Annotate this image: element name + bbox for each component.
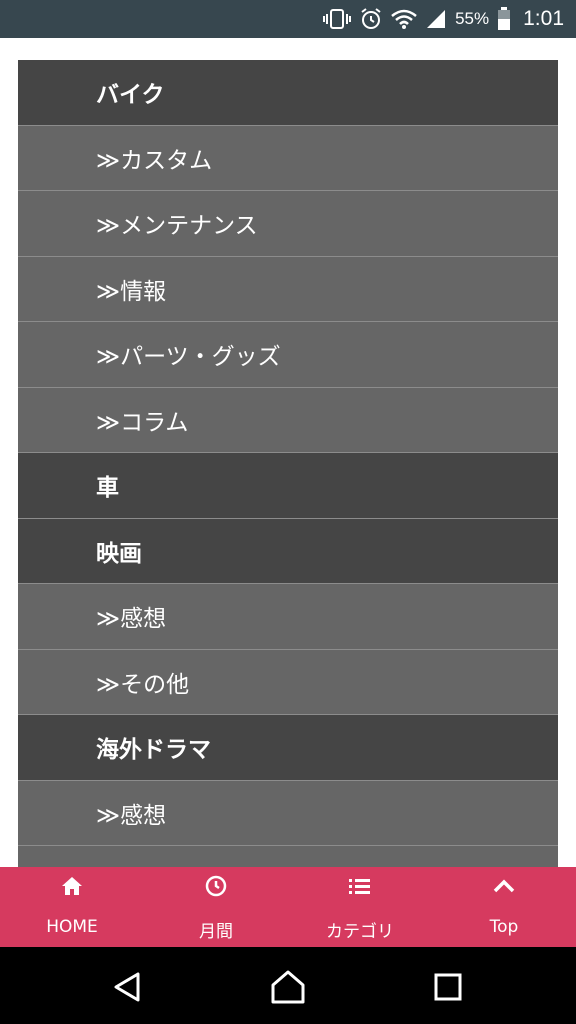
back-icon[interactable] (110, 969, 146, 1005)
wifi-icon (391, 8, 417, 30)
chevron-up-icon (492, 875, 516, 897)
home-icon[interactable] (270, 969, 306, 1005)
category-label: ≫メンテナンス (96, 213, 258, 240)
category-item-parts-goods[interactable]: ≫パーツ・グッズ (18, 322, 558, 388)
nav-category-button[interactable]: カテゴリ (288, 867, 432, 947)
category-label: ≫コラム (96, 409, 189, 436)
recents-icon[interactable] (430, 969, 466, 1005)
clock-icon (205, 875, 227, 897)
category-label: 車 (96, 475, 119, 502)
category-item-info[interactable]: ≫情報 (18, 256, 558, 322)
category-label: バイク (96, 82, 165, 109)
category-label: ≫その他 (96, 671, 190, 698)
category-item-drama-review[interactable]: ≫感想 (18, 780, 558, 846)
list-icon (348, 875, 372, 897)
category-label: 映画 (96, 540, 142, 567)
alarm-icon (359, 7, 383, 31)
nav-top-button[interactable]: Top (432, 867, 576, 947)
system-nav-bar (0, 947, 576, 1024)
category-label: ≫情報 (96, 278, 167, 305)
category-item-partial[interactable] (18, 846, 558, 867)
status-icons: 55% 1:01 (323, 0, 564, 38)
home-icon (60, 875, 84, 897)
category-label: 海外ドラマ (96, 737, 211, 764)
category-item-maintenance[interactable]: ≫メンテナンス (18, 191, 558, 257)
nav-monthly-button[interactable]: 月間 (144, 867, 288, 947)
nav-monthly-label: 月間 (199, 922, 233, 942)
signal-icon (425, 8, 447, 30)
category-item-bike[interactable]: バイク (18, 60, 558, 126)
category-label: ≫感想 (96, 606, 167, 633)
status-time: 1:01 (523, 7, 564, 30)
nav-home-button[interactable]: HOME (0, 867, 144, 947)
category-item-custom[interactable]: ≫カスタム (18, 125, 558, 191)
battery-percent: 55% (455, 9, 490, 28)
category-item-movie-other[interactable]: ≫その他 (18, 649, 558, 715)
category-label: ≫カスタム (96, 147, 213, 174)
category-item-column[interactable]: ≫コラム (18, 387, 558, 453)
vibrate-icon (323, 8, 352, 30)
category-list: バイク ≫カスタム ≫メンテナンス ≫情報 ≫パーツ・グッズ ≫コラム 車 映画… (18, 60, 558, 867)
category-item-car[interactable]: 車 (18, 453, 558, 519)
status-bar: 55% 1:01 (0, 0, 576, 38)
bottom-nav: HOME 月間 カテゴリ Top (0, 867, 576, 947)
category-item-foreign-drama[interactable]: 海外ドラマ (18, 715, 558, 781)
battery-icon (497, 7, 511, 31)
nav-home-label: HOME (46, 917, 98, 937)
category-item-movie-review[interactable]: ≫感想 (18, 584, 558, 650)
category-label: ≫パーツ・グッズ (96, 344, 281, 371)
category-item-movie[interactable]: 映画 (18, 518, 558, 584)
nav-category-label: カテゴリ (326, 922, 394, 942)
nav-top-label: Top (489, 917, 519, 937)
category-label: ≫感想 (96, 802, 167, 829)
main-content: バイク ≫カスタム ≫メンテナンス ≫情報 ≫パーツ・グッズ ≫コラム 車 映画… (0, 38, 576, 867)
